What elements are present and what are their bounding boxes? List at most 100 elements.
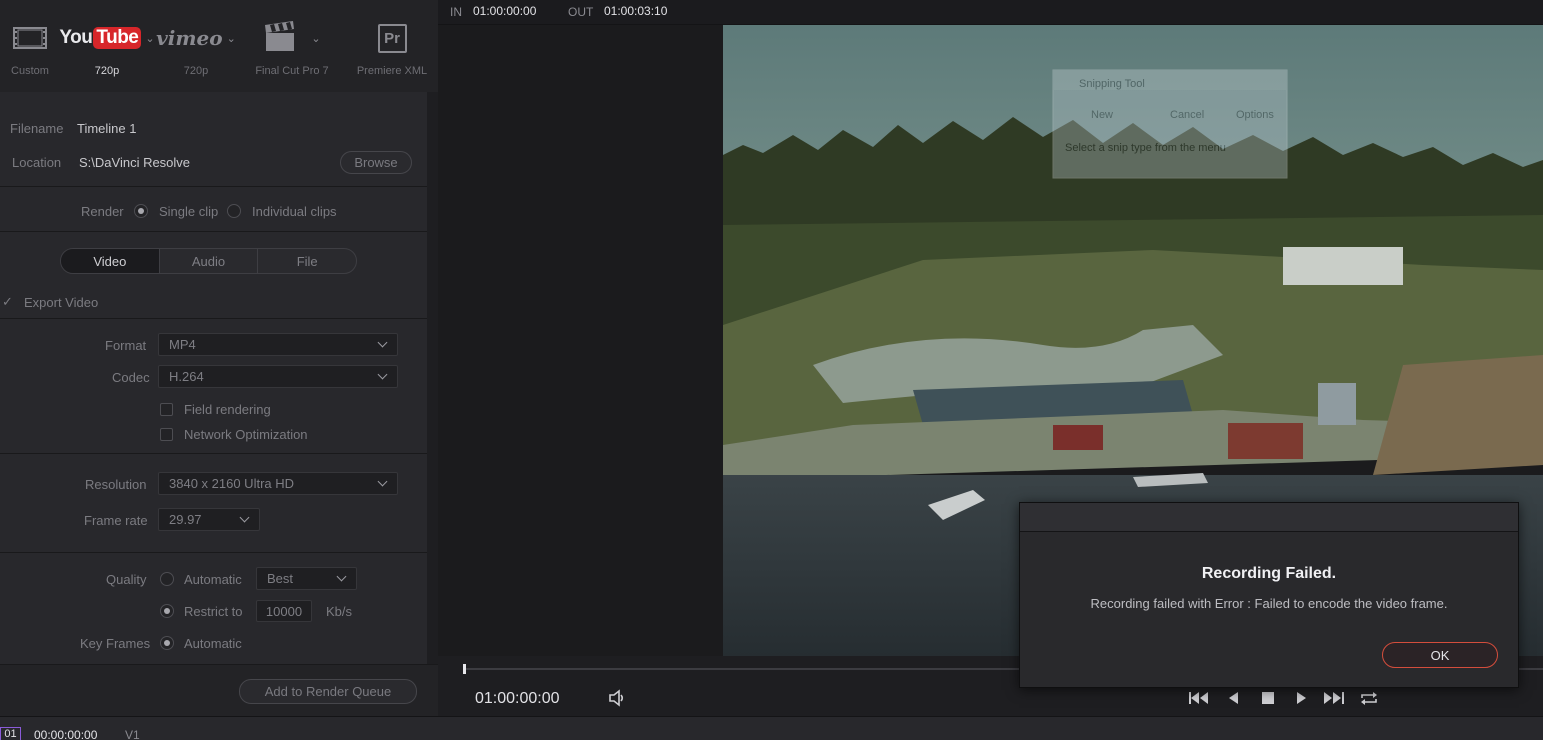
youtube-logo-you: You bbox=[59, 27, 93, 48]
frame-rate-select[interactable]: 29.97 bbox=[158, 508, 260, 531]
chevron-down-icon[interactable]: ⌄ bbox=[311, 32, 320, 45]
chevron-down-icon bbox=[239, 513, 251, 525]
film-icon bbox=[0, 18, 60, 58]
network-optimization-label: Network Optimization bbox=[184, 427, 308, 442]
divider bbox=[0, 186, 427, 187]
volume-icon[interactable] bbox=[606, 687, 628, 709]
tab-file[interactable]: File bbox=[257, 249, 356, 273]
snipping-tool-new: New bbox=[1091, 109, 1113, 121]
preset-label: 720p bbox=[183, 65, 209, 77]
preset-custom[interactable]: Custom bbox=[0, 0, 60, 92]
step-back-icon[interactable] bbox=[1224, 688, 1246, 710]
filename-label: Filename bbox=[10, 121, 64, 136]
preset-youtube[interactable]: You Tube ⌄ 720p bbox=[59, 0, 155, 92]
codec-label: Codec bbox=[112, 370, 150, 385]
track-label: V1 bbox=[125, 728, 140, 740]
chevron-down-icon bbox=[377, 370, 389, 382]
filename-field[interactable]: Timeline 1 bbox=[77, 121, 136, 136]
preset-label: Custom bbox=[11, 65, 49, 77]
skip-to-start-icon[interactable] bbox=[1188, 688, 1210, 710]
tab-video[interactable]: Video bbox=[61, 249, 159, 273]
chevron-down-icon bbox=[336, 572, 348, 584]
dialog-message: Recording failed with Error : Failed to … bbox=[1090, 596, 1448, 611]
chevron-down-icon bbox=[377, 338, 389, 350]
add-to-render-queue-button[interactable]: Add to Render Queue bbox=[239, 679, 417, 704]
chevron-down-icon[interactable]: ⌄ bbox=[227, 32, 236, 45]
quality-best-value: Best bbox=[267, 571, 294, 586]
current-timecode: 01:00:00:00 bbox=[475, 690, 560, 707]
preset-premiere-xml[interactable]: Pr Premiere XML bbox=[355, 0, 429, 92]
divider bbox=[0, 318, 427, 319]
render-presets-bar: Custom You Tube ⌄ 720p vimeo ⌄ 720p ⌄ Fin… bbox=[0, 0, 438, 92]
out-label: OUT bbox=[568, 5, 594, 19]
quality-automatic-label: Automatic bbox=[184, 572, 242, 587]
chevron-down-icon[interactable]: ⌄ bbox=[145, 32, 154, 45]
restrict-to-label: Restrict to bbox=[184, 604, 243, 619]
codec-select[interactable]: H.264 bbox=[158, 365, 398, 388]
restrict-to-radio[interactable] bbox=[160, 604, 174, 618]
recording-failed-dialog: Recording Failed. Recording failed with … bbox=[1019, 502, 1519, 688]
snipping-tool-overlay: Snipping Tool New Cancel Options Select … bbox=[1052, 69, 1288, 179]
bitrate-input[interactable]: 10000 bbox=[256, 600, 312, 622]
quality-select[interactable]: Best bbox=[256, 567, 357, 590]
stop-icon[interactable] bbox=[1258, 688, 1280, 710]
key-frames-label: Key Frames bbox=[80, 636, 151, 651]
snipping-tool-hint: Select a snip type from the menu bbox=[1065, 142, 1226, 154]
preset-final-cut-pro-7[interactable]: ⌄ Final Cut Pro 7 bbox=[252, 0, 332, 92]
viewer-header: IN 01:00:00:00 OUT 01:00:03:10 bbox=[438, 0, 1543, 25]
format-select[interactable]: MP4 bbox=[158, 333, 398, 356]
single-clip-label: Single clip bbox=[159, 204, 219, 219]
vimeo-logo: vimeo bbox=[156, 26, 223, 50]
snipping-tool-title: Snipping Tool bbox=[1079, 78, 1145, 90]
dialog-title: Recording Failed. bbox=[1201, 565, 1337, 582]
codec-value: H.264 bbox=[169, 369, 204, 384]
checkmark-icon[interactable]: ✓ bbox=[2, 294, 13, 310]
key-frames-automatic-radio[interactable] bbox=[160, 636, 174, 650]
key-frames-automatic-label: Automatic bbox=[184, 636, 242, 651]
quality-label: Quality bbox=[106, 572, 147, 587]
field-rendering-label: Field rendering bbox=[184, 402, 271, 417]
ok-button[interactable]: OK bbox=[1382, 642, 1498, 668]
frame-rate-label: Frame rate bbox=[84, 513, 148, 528]
snipping-tool-cancel: Cancel bbox=[1170, 109, 1204, 121]
network-optimization-checkbox[interactable] bbox=[160, 428, 173, 441]
youtube-logo-tube: Tube bbox=[93, 27, 142, 49]
playhead-handle[interactable] bbox=[463, 664, 466, 674]
loop-icon[interactable] bbox=[1358, 688, 1380, 710]
format-value: MP4 bbox=[169, 337, 196, 352]
divider bbox=[0, 552, 427, 553]
chevron-down-icon bbox=[377, 477, 389, 489]
play-icon[interactable] bbox=[1291, 688, 1313, 710]
quality-automatic-radio[interactable] bbox=[160, 572, 174, 586]
divider bbox=[0, 231, 427, 232]
render-settings-panel: Custom You Tube ⌄ 720p vimeo ⌄ 720p ⌄ Fin… bbox=[0, 0, 438, 716]
youtube-logo: You Tube bbox=[59, 27, 142, 49]
snipping-tool-options: Options bbox=[1236, 109, 1274, 121]
timeline-strip: 01 00:00:00:00 V1 bbox=[0, 716, 1543, 740]
bitrate-unit: Kb/s bbox=[326, 604, 353, 619]
single-clip-radio[interactable] bbox=[134, 204, 148, 218]
individual-clips-radio[interactable] bbox=[227, 204, 241, 218]
preset-label: 720p bbox=[94, 65, 120, 77]
skip-to-end-icon[interactable] bbox=[1323, 688, 1345, 710]
resolution-select[interactable]: 3840 x 2160 Ultra HD bbox=[158, 472, 398, 495]
dialog-title-bar[interactable] bbox=[1020, 503, 1518, 532]
preset-vimeo[interactable]: vimeo ⌄ 720p bbox=[156, 0, 236, 92]
format-label: Format bbox=[105, 338, 147, 353]
settings-tabs: Video Audio File bbox=[60, 248, 357, 274]
divider bbox=[0, 453, 427, 454]
preset-label: Final Cut Pro 7 bbox=[255, 65, 329, 77]
in-label: IN bbox=[450, 5, 462, 19]
location-field[interactable]: S:\DaVinci Resolve bbox=[79, 155, 190, 170]
out-timecode: 01:00:03:10 bbox=[604, 4, 668, 18]
scrollbar-track[interactable] bbox=[427, 92, 438, 664]
browse-button[interactable]: Browse bbox=[340, 151, 412, 174]
in-timecode: 01:00:00:00 bbox=[473, 4, 537, 18]
field-rendering-checkbox[interactable] bbox=[160, 403, 173, 416]
render-label: Render bbox=[81, 204, 124, 219]
preset-label: Premiere XML bbox=[356, 65, 428, 77]
tab-audio[interactable]: Audio bbox=[158, 249, 258, 273]
individual-clips-label: Individual clips bbox=[252, 204, 337, 219]
track-number-badge[interactable]: 01 bbox=[0, 727, 21, 740]
clapperboard-icon bbox=[263, 20, 297, 56]
